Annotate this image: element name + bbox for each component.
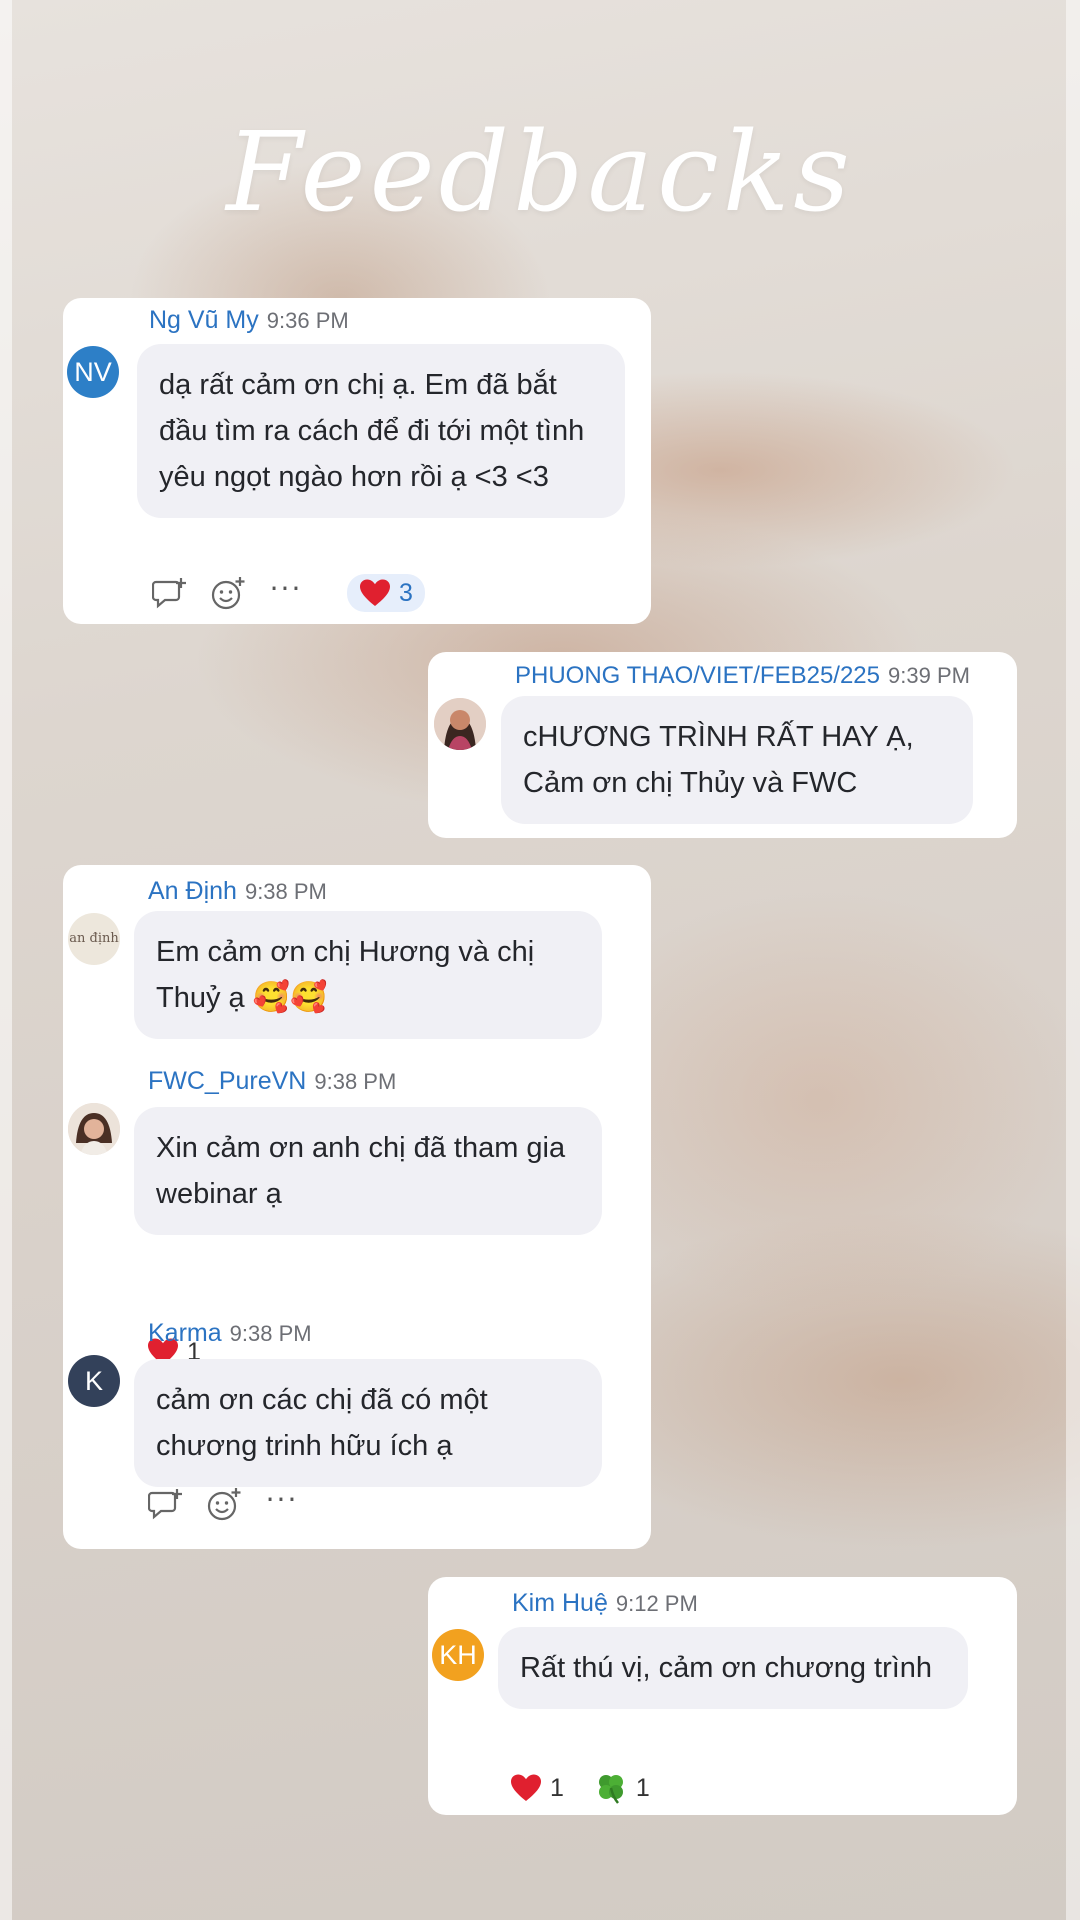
message-bubble[interactable]: cảm ơn các chị đã có một chương trinh hữ… <box>134 1359 602 1487</box>
four-leaf-clover-icon <box>598 1775 623 1804</box>
heart-reaction[interactable]: 1 <box>510 1773 564 1803</box>
message-text: Em cảm ơn chị Hương và chị Thuỷ ạ <box>156 936 535 1014</box>
reply-icon[interactable] <box>151 574 189 612</box>
sender-name[interactable]: Karma <box>148 1319 222 1347</box>
message-reactions: 1 1 <box>510 1771 650 1805</box>
timestamp: 9:36 PM <box>266 308 349 333</box>
message-text: Rất thú vị, cảm ơn chương trình <box>520 1652 933 1684</box>
avatar[interactable]: KH <box>432 1629 484 1681</box>
user-photo-icon <box>434 698 486 750</box>
sender-name[interactable]: An Định <box>148 877 237 905</box>
message-text: dạ rất cảm ơn chị ạ. Em đã bắt đầu tìm r… <box>159 369 585 493</box>
avatar[interactable]: K <box>68 1355 120 1407</box>
message-header: PHUONG THAO/VIET/FEB25/225 9:39 PM <box>515 662 970 690</box>
timestamp: 9:38 PM <box>244 879 327 904</box>
message-text: cảm ơn các chị đã có một chương trinh hữ… <box>156 1384 488 1462</box>
timestamp: 9:38 PM <box>314 1069 397 1094</box>
feedback-card-3: an định An Định 9:38 PM Em cảm ơn chị Hươ… <box>63 865 651 1549</box>
sender-name[interactable]: Ng Vũ My <box>149 306 259 334</box>
smiling-face-with-hearts-emoji: 🥰🥰 <box>252 981 328 1014</box>
avatar[interactable] <box>68 1103 120 1155</box>
message-header: Kim Huệ 9:12 PM <box>512 1589 698 1618</box>
feedback-card-4: KH Kim Huệ 9:12 PM Rất thú vị, cảm ơn chư… <box>428 1577 1017 1815</box>
reaction-count: 1 <box>635 1773 650 1802</box>
heart-reaction[interactable]: 3 <box>347 574 425 612</box>
timestamp: 9:39 PM <box>888 663 970 688</box>
feedback-card-1: NV Ng Vũ My 9:36 PM dạ rất cảm ơn chị ạ. … <box>63 298 651 624</box>
right-edge-strip <box>1066 0 1080 1920</box>
message-bubble[interactable]: Rất thú vị, cảm ơn chương trình <box>498 1627 968 1709</box>
message-bubble[interactable]: Em cảm ơn chị Hương và chị Thuỷ ạ 🥰🥰 <box>134 911 602 1039</box>
timestamp: 9:12 PM <box>615 1591 698 1616</box>
reaction-count: 1 <box>550 1773 564 1802</box>
message-actions: ··· <box>147 1485 321 1523</box>
message-header: FWC_PureVN 9:38 PM <box>148 1067 396 1096</box>
message-text: Xin cảm ơn anh chị đã tham gia webinar ạ <box>156 1132 566 1210</box>
message-bubble[interactable]: Xin cảm ơn anh chị đã tham gia webinar ạ <box>134 1107 602 1235</box>
message-header: Ng Vũ My 9:36 PM <box>149 306 349 335</box>
sender-name[interactable]: Kim Huệ <box>512 1589 608 1617</box>
message-header: An Định 9:38 PM <box>148 877 327 906</box>
left-edge-strip <box>0 0 12 1920</box>
user-photo-icon <box>68 1103 120 1155</box>
clover-reaction[interactable]: 1 <box>594 1771 650 1805</box>
heart-icon <box>511 1774 541 1801</box>
reaction-count: 3 <box>399 578 413 607</box>
more-options-icon[interactable]: ··· <box>263 1481 301 1519</box>
message-text: cHƯƠNG TRÌNH RẤT HAY Ạ, Cảm ơn chị Thủy … <box>523 721 914 799</box>
sender-name[interactable]: FWC_PureVN <box>148 1067 306 1095</box>
add-reaction-icon[interactable] <box>205 1485 243 1523</box>
message-actions: ··· 3 <box>151 574 425 612</box>
more-options-icon[interactable]: ··· <box>267 570 305 608</box>
sender-name[interactable]: PHUONG THAO/VIET/FEB25/225 <box>515 662 880 689</box>
timestamp: 9:38 PM <box>229 1321 312 1346</box>
avatar[interactable]: an định <box>68 913 120 965</box>
reply-icon[interactable] <box>147 1485 185 1523</box>
avatar[interactable]: NV <box>67 346 119 398</box>
page-title: Feedbacks <box>226 108 854 236</box>
message-bubble[interactable]: dạ rất cảm ơn chị ạ. Em đã bắt đầu tìm r… <box>137 344 625 518</box>
heart-icon <box>360 579 390 606</box>
message-header: Karma 9:38 PM <box>148 1319 312 1348</box>
avatar[interactable] <box>434 698 486 750</box>
feedback-card-2: PHUONG THAO/VIET/FEB25/225 9:39 PM cHƯƠNG… <box>428 652 1017 838</box>
add-reaction-icon[interactable] <box>209 574 247 612</box>
message-bubble[interactable]: cHƯƠNG TRÌNH RẤT HAY Ạ, Cảm ơn chị Thủy … <box>501 696 973 824</box>
